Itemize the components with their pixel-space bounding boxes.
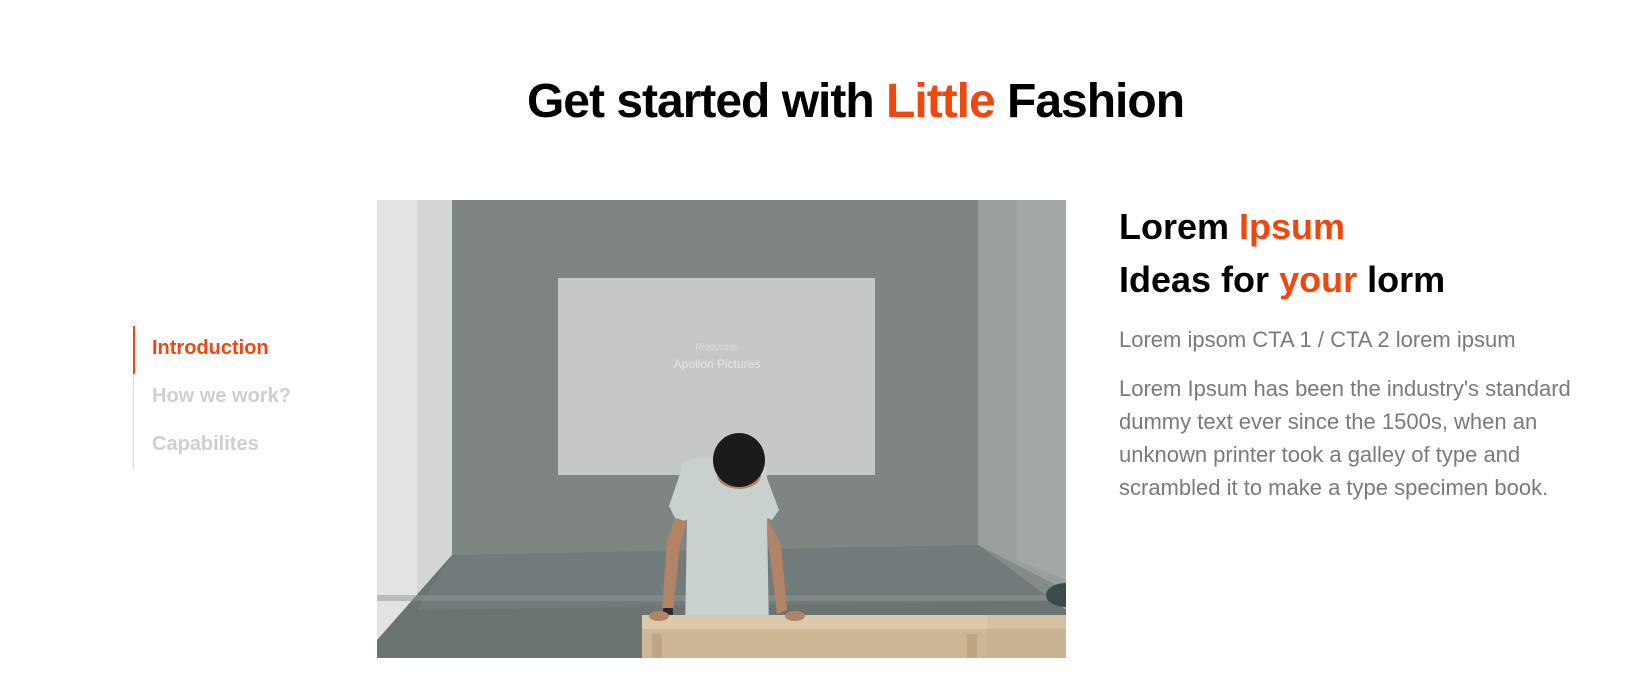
- tab-introduction[interactable]: Introduction: [152, 337, 269, 360]
- body-paragraph: Lorem Ipsum has been the industry's stan…: [1119, 376, 1571, 500]
- heading-line1-accent: Ipsum: [1239, 206, 1346, 247]
- gallery-scene-illustration: Production Apollon Pictures: [377, 200, 1066, 658]
- page-title-accent: Little: [886, 75, 996, 128]
- page-title-part2: Fashion: [994, 75, 1185, 128]
- intro-content: Lorem Ipsum Ideas for your lorm Lorem ip…: [1119, 200, 1579, 504]
- heading-line2-part2: lorm: [1357, 259, 1446, 300]
- heading-line1-part1: Lorem: [1119, 206, 1240, 247]
- tab-how-we-work[interactable]: How we work?: [152, 385, 291, 408]
- content-heading: Lorem Ipsum Ideas for your lorm: [1119, 200, 1579, 306]
- tab-capabilites[interactable]: Capabilites: [152, 433, 259, 456]
- page-title: Get started with Little Fashion: [0, 72, 1649, 132]
- heading-line2-accent: your: [1279, 259, 1358, 300]
- active-tab-indicator: [133, 326, 135, 374]
- heading-line2-part1: Ideas for: [1119, 259, 1280, 300]
- hero-photo: Production Apollon Pictures: [377, 200, 1066, 658]
- page-title-part1: Get started with: [526, 75, 887, 128]
- screen-text-large: Apollon Pictures: [674, 357, 761, 371]
- screen-text-small: Production: [695, 342, 738, 352]
- cta-line: Lorem ipsom CTA 1 / CTA 2 lorem ipsum: [1119, 327, 1516, 352]
- section-tab-nav: Introduction How we work? Capabilites: [133, 326, 334, 470]
